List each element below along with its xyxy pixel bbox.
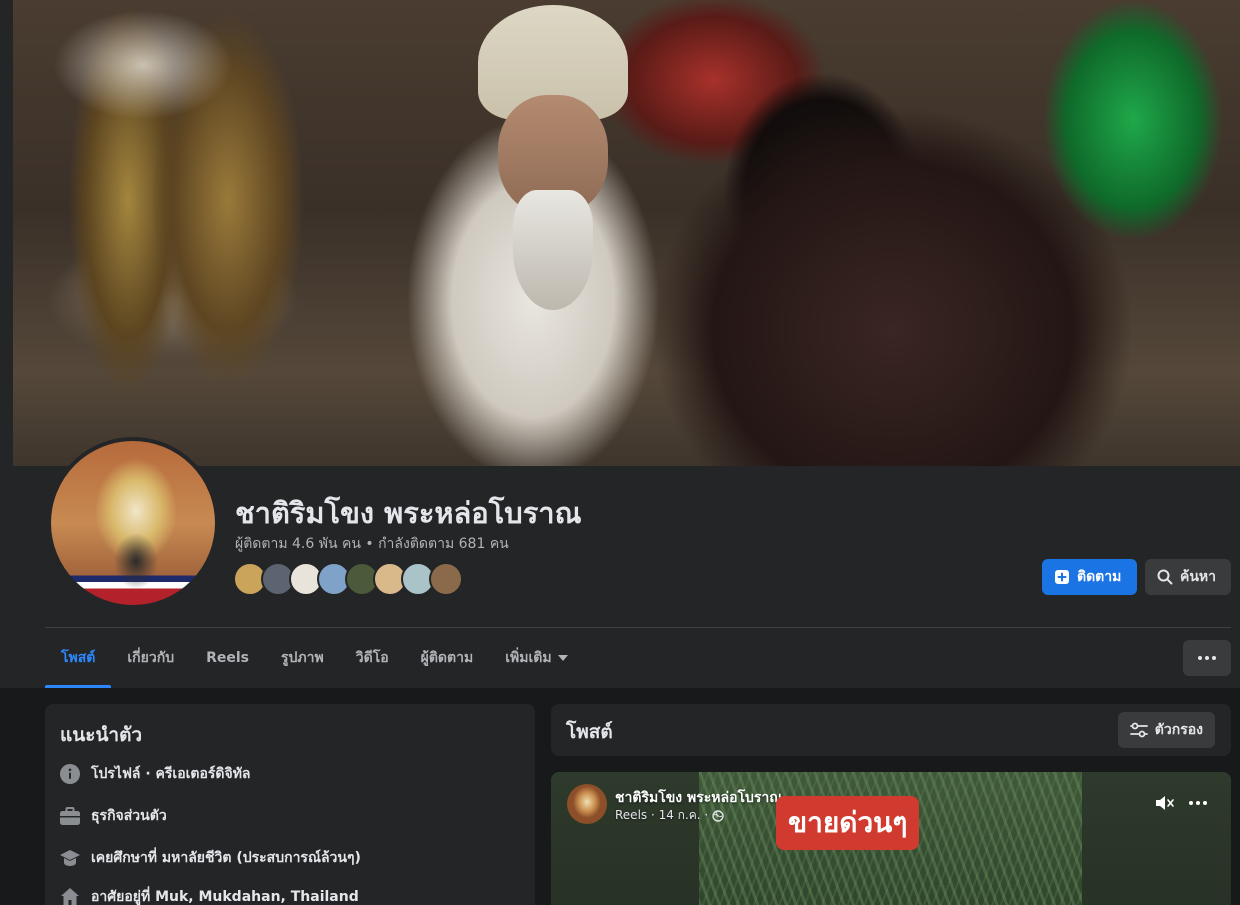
dot [1205, 656, 1209, 660]
info-icon [59, 763, 81, 785]
page-title: ชาติริมโขง พระหล่อโบราณ [235, 496, 582, 530]
tab-photos[interactable]: รูปภาพ [265, 628, 340, 688]
posts-header-card: โพสต์ ตัวกรอง [551, 704, 1231, 756]
reel-meta-text[interactable]: Reels · 14 ก.ค. · [615, 806, 708, 825]
mute-icon[interactable] [1153, 791, 1177, 815]
reel-post-card[interactable]: ชาติริมโขง พระหล่อโบราณ Reels · 14 ก.ค. … [551, 772, 1231, 905]
intro-title: แนะนำตัว [60, 724, 143, 746]
tab-reels[interactable]: Reels [190, 628, 265, 688]
graduation-cap-icon [59, 847, 81, 869]
tab-posts[interactable]: โพสต์ [45, 628, 112, 688]
reel-author-avatar[interactable] [567, 784, 607, 824]
intro-item-location: อาศัยอยู่ที่ Muk, Mukdahan, Thailand [59, 884, 359, 905]
profile-avatar[interactable] [47, 437, 219, 609]
intro-item-text: อาศัยอยู่ที่ Muk, Mukdahan, Thailand [91, 889, 359, 905]
intro-item-work: ธุรกิจส่วนตัว [59, 803, 167, 829]
tab-label: โพสต์ [61, 650, 96, 666]
tab-label: เพิ่มเติม [505, 650, 552, 666]
cover-photo[interactable] [13, 0, 1240, 466]
tab-label: เกี่ยวกับ [127, 650, 175, 666]
intro-card: แนะนำตัว โปรไฟล์ · ครีเอเตอร์ดิจิทัล ธุร… [45, 704, 535, 905]
cover-figure-beard [513, 190, 593, 310]
follow-button[interactable]: ติดตาม [1042, 559, 1137, 595]
profile-tabs: โพสต์ เกี่ยวกับ Reels รูปภาพ วิดีโอ ผู้ต… [45, 628, 584, 688]
tab-followers[interactable]: ผู้ติดตาม [405, 628, 490, 688]
intro-item-education: เคยศึกษาที่ มหาลัยชีวิต (ประสบการณ์ล้วนๆ… [59, 845, 361, 871]
profile-header: ชาติริมโขง พระหล่อโบราณ ผู้ติดตาม 4.6 พั… [0, 0, 1240, 688]
cover-light [53, 10, 233, 120]
intro-item-profile: โปรไฟล์ · ครีเอเตอร์ดิจิทัล [59, 761, 251, 787]
caret-down-icon [557, 655, 568, 661]
filter-button[interactable]: ตัวกรอง [1117, 712, 1215, 748]
tab-about[interactable]: เกี่ยวกับ [111, 628, 190, 688]
reel-overlay-text: ขายด่วนๆ [776, 796, 920, 850]
tab-label: Reels [206, 650, 249, 666]
intro-item-text: ธุรกิจส่วนตัว [91, 808, 167, 824]
tab-label: วิดีโอ [355, 650, 389, 666]
dot [1198, 656, 1202, 660]
tab-more[interactable]: เพิ่มเติม [489, 628, 583, 688]
home-icon [59, 886, 81, 905]
follow-plus-icon [1055, 570, 1069, 584]
search-button-label: ค้นหา [1180, 569, 1217, 585]
reel-meta: Reels · 14 ก.ค. · [615, 806, 724, 825]
intro-item-text: เคยศึกษาที่ มหาลัยชีวิต (ประสบการณ์ล้วนๆ… [91, 850, 361, 866]
posts-title: โพสต์ [566, 721, 613, 743]
dot [1203, 801, 1207, 805]
follower-avatar[interactable] [429, 562, 463, 596]
filter-button-label: ตัวกรอง [1154, 722, 1203, 738]
dot [1196, 801, 1200, 805]
reel-options-button[interactable] [1185, 791, 1211, 815]
dot [1212, 656, 1216, 660]
globe-icon [712, 809, 724, 822]
search-icon [1157, 569, 1173, 585]
follow-stats[interactable]: ผู้ติดตาม 4.6 พัน คน • กำลังติดตาม 681 ค… [235, 533, 509, 555]
tab-videos[interactable]: วิดีโอ [340, 628, 405, 688]
follow-button-label: ติดตาม [1077, 569, 1122, 585]
search-button[interactable]: ค้นหา [1145, 559, 1231, 595]
briefcase-icon [59, 805, 81, 827]
sliders-icon [1129, 722, 1148, 738]
dot [1189, 801, 1193, 805]
follower-avatars[interactable] [233, 562, 463, 596]
more-options-button[interactable] [1183, 640, 1231, 676]
intro-item-text: โปรไฟล์ · ครีเอเตอร์ดิจิทัล [91, 766, 251, 782]
tab-label: รูปภาพ [281, 650, 324, 666]
tab-label: ผู้ติดตาม [420, 650, 474, 666]
